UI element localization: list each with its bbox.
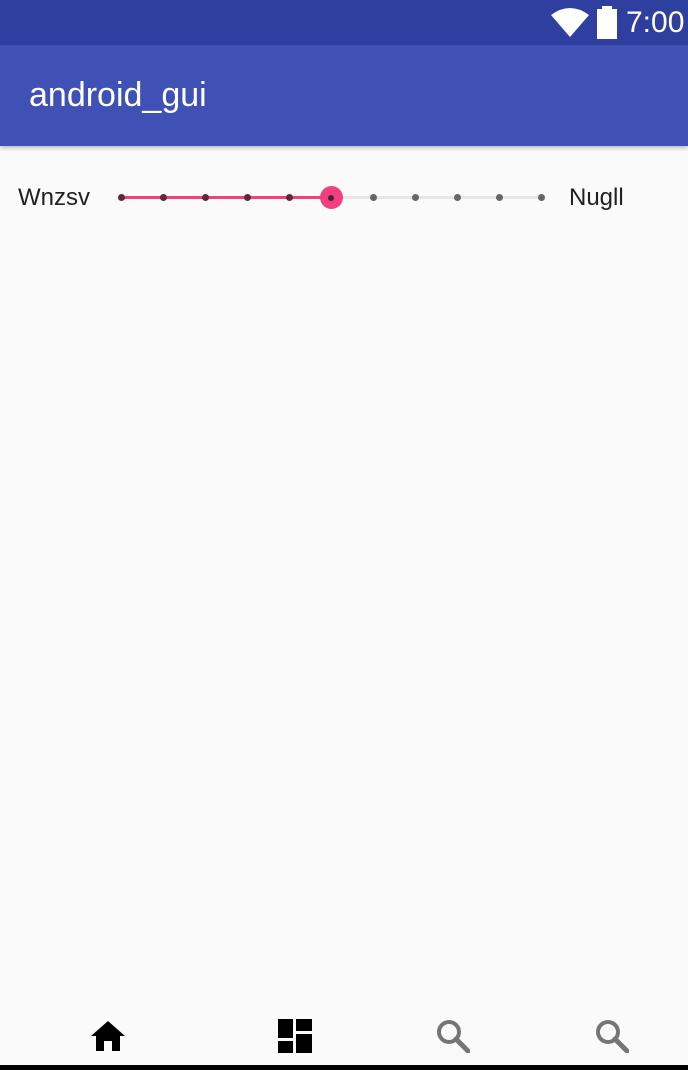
- slider-tick-10: [537, 194, 545, 201]
- slider-tick-8: [453, 194, 461, 201]
- search-icon: [436, 1019, 471, 1057]
- slider-active-track: [121, 196, 331, 199]
- app-bar: android_gui: [0, 45, 688, 146]
- slider-tick-1: [159, 194, 167, 201]
- slider-tick-6: [369, 194, 377, 201]
- slider-thumb[interactable]: [319, 186, 343, 209]
- slider-tick-2: [201, 194, 209, 201]
- slider-tick-0: [117, 194, 125, 201]
- navigation-bar-edge: [0, 1065, 688, 1070]
- nav-dashboard[interactable]: [209, 1010, 381, 1065]
- slider-max-label: Nugll: [569, 184, 624, 211]
- wifi-icon: [551, 8, 589, 42]
- slider-tick-3: [243, 194, 251, 201]
- nav-home[interactable]: [22, 1010, 194, 1065]
- slider-thumb-dot: [328, 194, 334, 201]
- nav-search-2[interactable]: [526, 1010, 688, 1065]
- nav-search[interactable]: [367, 1010, 539, 1065]
- slider-min-label: Wnzsv: [18, 184, 90, 211]
- dashboard-icon: [278, 1018, 312, 1057]
- slider-row: Wnzsv Nugll: [0, 170, 688, 226]
- discrete-slider[interactable]: [117, 186, 545, 209]
- battery-icon: [596, 6, 618, 44]
- home-icon: [90, 1020, 126, 1056]
- search-icon: [595, 1019, 630, 1057]
- slider-tick-7: [411, 194, 419, 201]
- bottom-navigation: [0, 1010, 688, 1065]
- slider-tick-4: [285, 194, 293, 201]
- slider-tick-9: [495, 194, 503, 201]
- status-bar: 7:00: [0, 0, 688, 45]
- app-title: android_gui: [29, 76, 207, 114]
- status-time: 7:00: [626, 6, 685, 39]
